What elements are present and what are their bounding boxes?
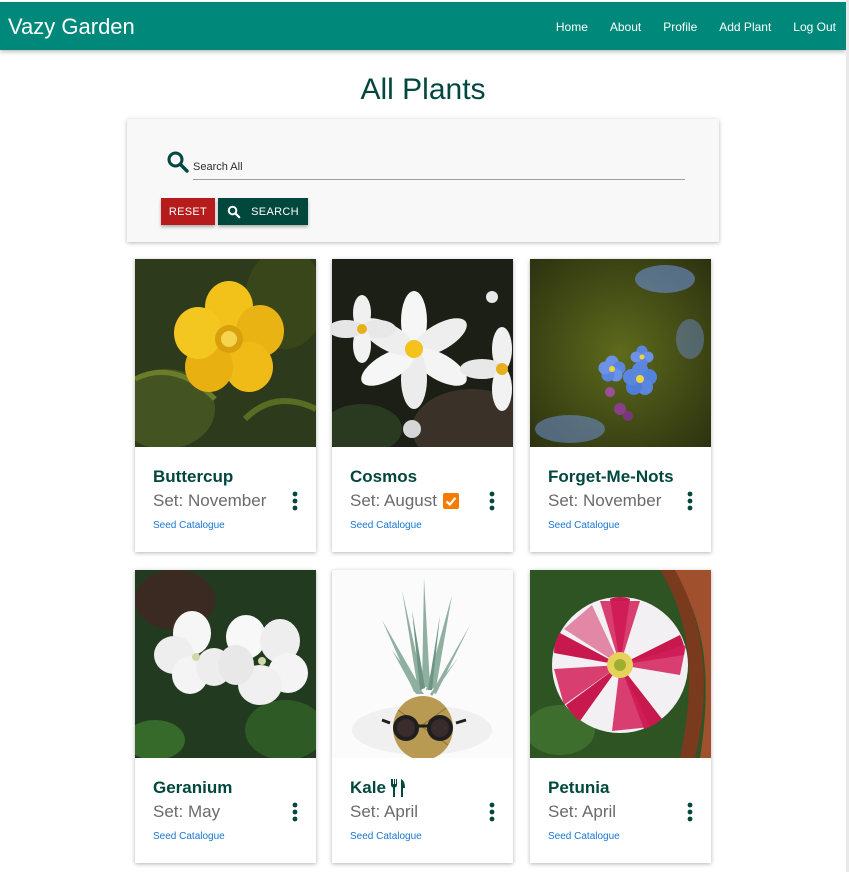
seed-catalogue-link[interactable]: Seed Catalogue <box>153 520 225 531</box>
plant-image-buttercup[interactable] <box>135 259 316 447</box>
nav-about[interactable]: About <box>610 19 641 35</box>
seed-catalogue-link[interactable]: Seed Catalogue <box>548 520 620 531</box>
navbar: Vazy Garden Home About Profile Add Plant… <box>0 2 846 50</box>
plant-set-month: Set: November <box>548 491 662 510</box>
more-vert-icon[interactable] <box>486 491 498 511</box>
more-vert-icon[interactable] <box>684 491 696 511</box>
more-vert-icon[interactable] <box>289 491 301 511</box>
plant-card-cosmos[interactable]: Cosmos Set: August Seed Catalogue <box>332 259 513 552</box>
plant-image-forget-me-nots[interactable] <box>530 259 711 447</box>
plant-card-buttercup[interactable]: Buttercup Set: November Seed Catalogue <box>135 259 316 552</box>
plant-image-geranium[interactable] <box>135 570 316 758</box>
seed-catalogue-link[interactable]: Seed Catalogue <box>153 831 225 842</box>
reset-button[interactable]: RESET <box>161 198 215 225</box>
plant-set-month: Set: April <box>548 802 617 821</box>
plant-card-kale[interactable]: Kale Set: April Seed Catalogue <box>332 570 513 863</box>
nav-links: Home About Profile Add Plant Log Out <box>534 19 836 35</box>
brand-logo[interactable]: Vazy Garden <box>8 14 135 40</box>
more-vert-icon[interactable] <box>486 802 498 822</box>
seed-catalogue-link[interactable]: Seed Catalogue <box>350 831 422 842</box>
plant-card-petunia[interactable]: Petunia Set: April Seed Catalogue <box>530 570 711 863</box>
seed-catalogue-link[interactable]: Seed Catalogue <box>548 831 620 842</box>
plant-set-month: Set: April <box>350 802 419 821</box>
page-title: All Plants <box>360 73 486 106</box>
plant-name-text: Kale <box>350 778 386 797</box>
seed-catalogue-link[interactable]: Seed Catalogue <box>350 520 422 531</box>
search-icon <box>167 151 189 173</box>
plant-name[interactable]: Buttercup <box>153 466 233 488</box>
plant-name[interactable]: Forget-Me-Nots <box>548 466 674 488</box>
search-button[interactable]: SEARCH <box>218 198 308 225</box>
search-input[interactable] <box>193 155 685 180</box>
more-vert-icon[interactable] <box>684 802 696 822</box>
utensils-icon <box>390 779 405 797</box>
plant-image-kale[interactable] <box>332 570 513 758</box>
plant-name[interactable]: Cosmos <box>350 466 417 488</box>
nav-log-out[interactable]: Log Out <box>793 19 836 35</box>
plant-card-geranium[interactable]: Geranium Set: May Seed Catalogue <box>135 570 316 863</box>
plant-name[interactable]: Kale <box>350 777 406 799</box>
checkbox-icon <box>442 493 459 509</box>
plant-set-month: Set: May <box>153 802 221 821</box>
plant-set-month-text: Set: August <box>350 491 437 510</box>
plant-set-month: Set: August <box>350 490 459 512</box>
nav-add-plant[interactable]: Add Plant <box>719 19 771 35</box>
search-button-label: SEARCH <box>251 205 299 218</box>
plant-set-month: Set: November <box>153 491 267 510</box>
plant-name[interactable]: Geranium <box>153 777 232 799</box>
search-panel: RESET SEARCH <box>127 119 719 242</box>
more-vert-icon[interactable] <box>289 802 301 822</box>
plant-card-forget-me-nots[interactable]: Forget-Me-Nots Set: November Seed Catalo… <box>530 259 711 552</box>
search-icon <box>227 205 241 218</box>
plant-image-petunia[interactable] <box>530 570 711 758</box>
nav-home[interactable]: Home <box>556 19 588 35</box>
plant-image-cosmos[interactable] <box>332 259 513 447</box>
nav-profile[interactable]: Profile <box>663 19 697 35</box>
plant-name[interactable]: Petunia <box>548 777 609 799</box>
